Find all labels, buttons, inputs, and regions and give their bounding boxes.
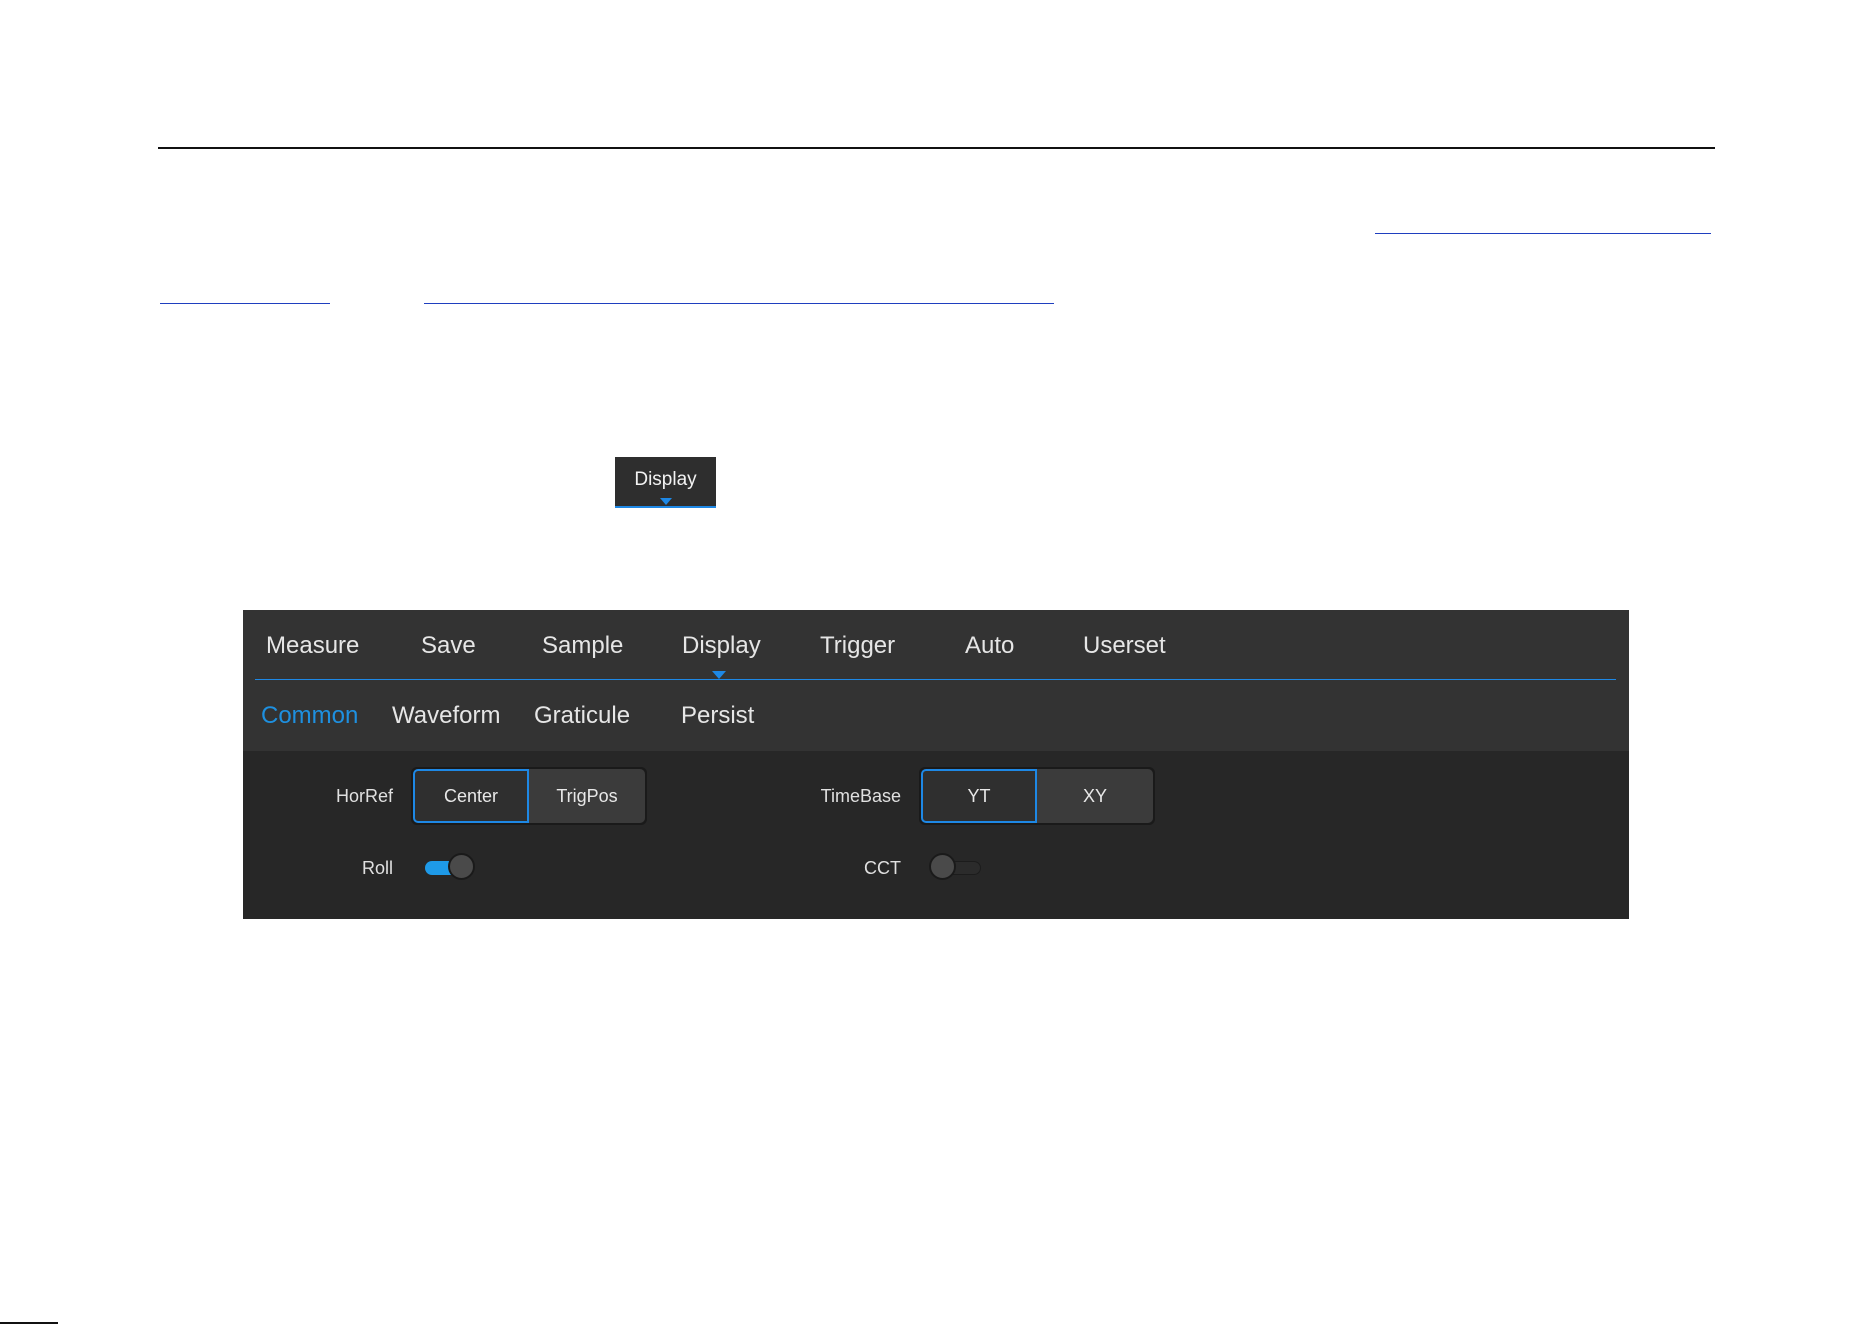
roll-toggle-knob (448, 853, 475, 880)
timebase-xy-button[interactable]: XY (1037, 769, 1153, 823)
horref-segmented-control: Center TrigPos (411, 767, 647, 825)
caret-down-icon (660, 498, 672, 505)
tab-waveform[interactable]: Waveform (392, 702, 500, 730)
menu-item-measure[interactable]: Measure (266, 632, 359, 660)
menu-item-display[interactable]: Display (682, 632, 761, 660)
link-underline (1375, 233, 1711, 234)
roll-label: Roll (361, 858, 393, 878)
link-underline (424, 303, 1054, 304)
horref-trigpos-label: TrigPos (556, 785, 618, 806)
cct-toggle[interactable] (929, 852, 985, 882)
timebase-segmented-control: YT XY (919, 767, 1155, 825)
header-rule (158, 147, 1715, 149)
link-underline (160, 303, 330, 304)
horref-trigpos-button[interactable]: TrigPos (529, 769, 645, 823)
display-menu-button[interactable]: Display (615, 457, 716, 508)
tab-common[interactable]: Common (261, 702, 358, 730)
menu-item-trigger[interactable]: Trigger (820, 632, 895, 660)
horref-center-label: Center (443, 785, 499, 806)
timebase-xy-label: XY (1082, 785, 1107, 806)
timebase-label: TimeBase (820, 786, 901, 806)
cct-label: CCT (864, 858, 901, 878)
horref-center-button[interactable]: Center (413, 769, 529, 823)
timebase-yt-button[interactable]: YT (921, 769, 1037, 823)
menu-item-sample[interactable]: Sample (542, 632, 623, 660)
menu-item-userset[interactable]: Userset (1083, 632, 1166, 660)
cct-toggle-knob (929, 853, 956, 880)
display-settings-panel: Measure Save Sample Display Trigger Auto… (243, 610, 1629, 919)
display-menu-button-label: Display (634, 469, 697, 490)
roll-toggle[interactable] (421, 852, 477, 882)
horref-label: HorRef (335, 786, 393, 806)
tab-graticule[interactable]: Graticule (534, 702, 630, 730)
main-menu: Measure Save Sample Display Trigger Auto… (243, 610, 1629, 680)
active-menu-indicator-icon (712, 671, 726, 679)
sub-menu: Common Waveform Graticule Persist (243, 680, 1629, 750)
tab-persist[interactable]: Persist (681, 702, 754, 730)
menu-item-auto[interactable]: Auto (965, 632, 1014, 660)
settings-area: HorRef Center TrigPos TimeBase YT XY Rol… (243, 751, 1629, 919)
timebase-yt-label: YT (967, 785, 991, 806)
menu-item-save[interactable]: Save (421, 632, 476, 660)
